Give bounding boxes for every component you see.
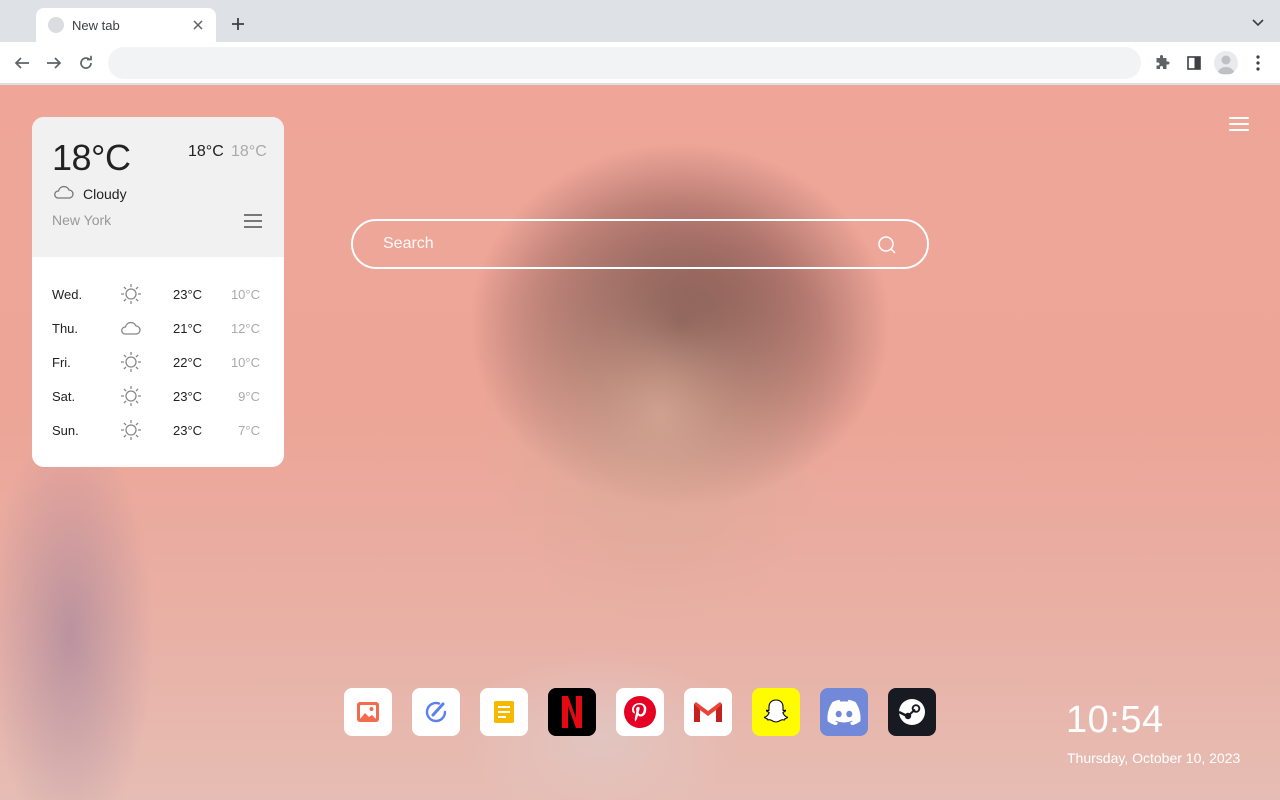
sun-icon <box>121 420 141 440</box>
more-vertical-icon <box>1256 55 1260 71</box>
person-icon <box>1217 55 1235 74</box>
forecast-low: 10°C <box>230 355 260 370</box>
cloud-icon <box>54 185 74 199</box>
forecast-low: 10°C <box>230 287 260 302</box>
forward-button[interactable] <box>44 53 64 73</box>
address-bar[interactable] <box>108 47 1141 79</box>
netflix-shortcut[interactable] <box>548 688 596 736</box>
more-menu-button[interactable] <box>1248 53 1268 73</box>
back-button[interactable] <box>12 53 32 73</box>
forecast-row: Fri. 22°C 10°C <box>32 345 284 379</box>
reload-button[interactable] <box>76 53 96 73</box>
reload-icon <box>80 55 92 69</box>
forecast-day: Wed. <box>52 287 83 302</box>
search-icon[interactable] <box>877 235 897 255</box>
current-temperature: 18°C <box>52 137 131 178</box>
photos-shortcut[interactable] <box>344 688 392 736</box>
forecast-low: 9°C <box>238 389 260 404</box>
tasks-shortcut[interactable] <box>412 688 460 736</box>
profile-avatar[interactable] <box>1214 51 1238 75</box>
forecast-row: Sun. 23°C 7°C <box>32 413 284 447</box>
steam-icon <box>898 699 925 725</box>
forecast-high: 21°C <box>173 321 203 336</box>
forecast-day: Sat. <box>52 389 76 404</box>
globe-icon <box>48 17 64 33</box>
gmail-icon <box>694 702 722 722</box>
forecast-high: 23°C <box>173 423 203 438</box>
discord-icon <box>827 699 861 725</box>
search-input[interactable] <box>353 221 927 267</box>
forecast-day: Fri. <box>52 355 71 370</box>
close-icon[interactable] <box>190 17 206 33</box>
weather-header: 18°C 18°C 18°C Cloudy New York <box>32 117 284 257</box>
extensions-button[interactable] <box>1152 53 1172 73</box>
chevron-down-icon[interactable] <box>1250 15 1266 31</box>
weather-city: New York <box>52 212 112 228</box>
tab-new-tab[interactable]: New tab <box>36 8 216 42</box>
high-temperature: 18°C <box>188 143 224 160</box>
tab-title: New tab <box>72 17 120 33</box>
new-tab-page: 18°C 18°C 18°C Cloudy New York Wed. 23°C… <box>0 85 1280 800</box>
arrow-right-icon <box>47 57 62 69</box>
browser-toolbar <box>0 42 1280 84</box>
tab-strip: New tab <box>0 0 1280 42</box>
discord-shortcut[interactable] <box>820 688 868 736</box>
low-temperature: 18°C <box>231 143 267 160</box>
puzzle-icon <box>1156 55 1170 69</box>
cloud-icon <box>121 321 141 335</box>
image-icon <box>357 702 379 722</box>
sun-icon <box>121 386 141 406</box>
netflix-icon <box>562 696 582 728</box>
new-tab-button[interactable] <box>228 14 248 34</box>
snapchat-shortcut[interactable] <box>752 688 800 736</box>
weather-widget[interactable]: 18°C 18°C 18°C Cloudy New York Wed. 23°C… <box>32 117 284 467</box>
weather-menu-icon[interactable] <box>244 214 262 228</box>
forecast-row: Thu. 21°C 12°C <box>32 311 284 345</box>
forecast-day: Thu. <box>52 321 79 336</box>
note-icon <box>494 701 514 723</box>
notes-shortcut[interactable] <box>480 688 528 736</box>
forecast-low: 12°C <box>230 321 260 336</box>
gmail-shortcut[interactable] <box>684 688 732 736</box>
pinterest-icon <box>624 696 656 728</box>
steam-shortcut[interactable] <box>888 688 936 736</box>
weather-condition: Cloudy <box>83 186 127 202</box>
forecast-high: 23°C <box>173 389 203 404</box>
forecast-day: Sun. <box>52 423 79 438</box>
pinterest-shortcut[interactable] <box>616 688 664 736</box>
sun-icon <box>121 352 141 372</box>
clock-date: Thursday, October 10, 2023 <box>1067 750 1241 766</box>
hamburger-menu-icon[interactable] <box>1229 117 1249 133</box>
search-box <box>351 219 929 269</box>
clock-time: 10:54 <box>1066 699 1164 741</box>
check-pen-icon <box>425 701 447 723</box>
forecast-high: 23°C <box>173 287 203 302</box>
side-panel-button[interactable] <box>1184 53 1204 73</box>
forecast-row: Sat. 23°C 9°C <box>32 379 284 413</box>
arrow-left-icon <box>14 57 29 69</box>
forecast-low: 7°C <box>238 423 260 438</box>
forecast-row: Wed. 23°C 10°C <box>32 277 284 311</box>
forecast-high: 22°C <box>173 355 203 370</box>
snapchat-icon <box>763 699 789 723</box>
sun-icon <box>121 284 141 304</box>
side-panel-icon <box>1187 56 1201 70</box>
